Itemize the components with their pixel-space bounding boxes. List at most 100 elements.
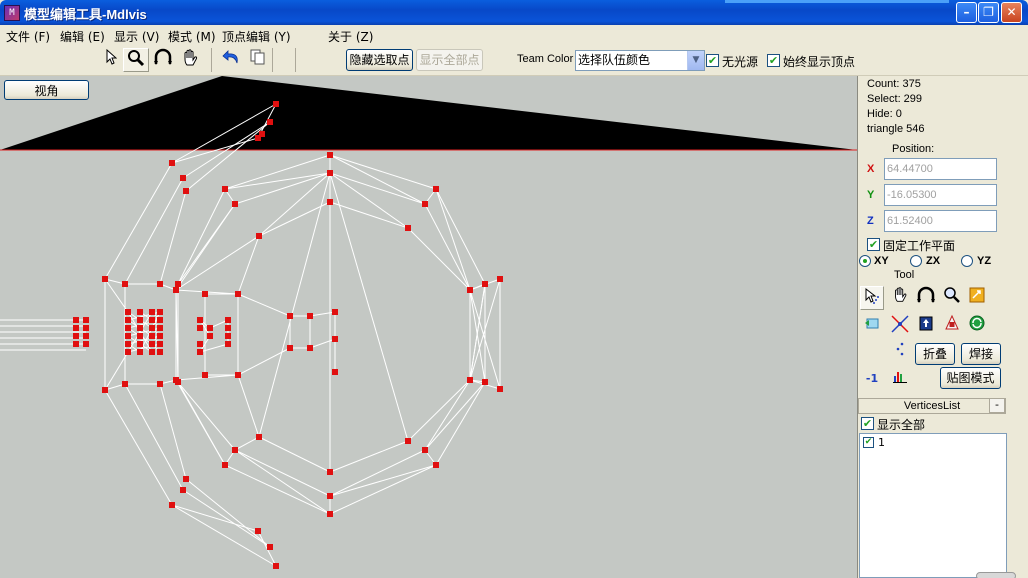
x-position-field[interactable]: 64.44700 (884, 158, 997, 180)
tool-section-label: Tool (894, 269, 915, 281)
view-angle-button[interactable]: 视角 (4, 80, 89, 100)
vertex-point (202, 372, 208, 378)
rotate-vertices-tool-icon[interactable] (914, 286, 938, 310)
copy-icon[interactable] (245, 48, 271, 72)
list-item[interactable]: 1 (878, 436, 885, 449)
z-position-field[interactable]: 61.52400 (884, 210, 997, 232)
menu-mode[interactable]: 模式 (M) (168, 28, 216, 45)
wire-edge (182, 489, 271, 548)
vertex-point (232, 201, 238, 207)
wire-edge (329, 464, 437, 515)
fix-work-plane-checkbox[interactable]: ✔ (867, 238, 880, 251)
vertex-point (202, 291, 208, 297)
wire-edge (237, 374, 260, 438)
vertex-point (327, 469, 333, 475)
vertex-point (332, 309, 338, 315)
select-arrow-tool-icon[interactable] (860, 286, 884, 310)
triangle-count: triangle 546 (867, 123, 925, 135)
vertex-point (137, 309, 143, 315)
wire-edge (435, 188, 486, 285)
wire-edge (234, 449, 331, 497)
always-show-vertices-checkbox[interactable]: ✔ (767, 54, 780, 67)
vertex-point (137, 349, 143, 355)
plane-yz-radio[interactable] (961, 255, 973, 267)
fold-button[interactable]: 折叠 (915, 343, 955, 365)
menu-view[interactable]: 显示 (V) (114, 28, 159, 45)
menu-edit[interactable]: 编辑 (E) (60, 28, 105, 45)
zoom-tool-icon[interactable] (123, 48, 149, 72)
lock-tool-icon[interactable] (940, 314, 964, 338)
vertex-point (332, 369, 338, 375)
vertex-point (207, 333, 213, 339)
plane-zx-radio[interactable] (910, 255, 922, 267)
refresh-normals-tool-icon[interactable] (965, 314, 989, 338)
vertex-point (149, 349, 155, 355)
vertex-point (225, 317, 231, 323)
zoom-vertices-tool-icon[interactable] (940, 286, 964, 310)
hand-tool-icon[interactable] (888, 286, 912, 310)
wire-edge (329, 172, 426, 205)
scroll-indicator[interactable] (976, 572, 1016, 578)
wire-edge (177, 203, 236, 285)
texture-mode-button[interactable]: 贴图模式 (940, 367, 1001, 389)
always-show-vertices-label: 始终显示顶点 (783, 55, 856, 69)
wire-edge (329, 464, 437, 497)
show-all-vertices-button[interactable]: 显示全部点 (416, 49, 483, 71)
chevron-down-icon[interactable]: ▼ (687, 51, 704, 70)
wireframe-canvas[interactable] (0, 76, 857, 578)
vertex-point (137, 317, 143, 323)
list-item-checkbox[interactable]: ✔ (863, 437, 874, 448)
vertex-point (422, 201, 428, 207)
vertex-point (287, 345, 293, 351)
model-viewport[interactable]: 视角 (0, 76, 857, 578)
menu-file[interactable]: 文件 (F) (6, 28, 50, 45)
weld-button[interactable]: 焊接 (961, 343, 1001, 365)
bar-chart-tool-icon[interactable] (888, 367, 912, 391)
minus-one-button[interactable]: -1 (860, 367, 884, 391)
show-all-label: 显示全部 (877, 418, 926, 432)
plane-xy-radio[interactable] (859, 255, 871, 267)
vertex-point (287, 313, 293, 319)
plane-yz-label: YZ (977, 255, 992, 267)
vertex-point (273, 101, 279, 107)
plane-zx-label: ZX (926, 255, 941, 267)
wire-edge (175, 379, 236, 451)
menu-about[interactable]: 关于 (Z) (328, 28, 373, 45)
wire-edge (234, 172, 331, 205)
vertex-point (405, 438, 411, 444)
team-color-select[interactable]: 选择队伍颜色 ▼ (575, 50, 705, 71)
vertex-point (207, 325, 213, 331)
restore-button[interactable]: ❐ (978, 2, 999, 23)
pointer-tool-icon[interactable] (100, 48, 122, 72)
scale-tool-icon[interactable] (965, 286, 989, 310)
show-all-checkbox[interactable]: ✔ (861, 417, 874, 430)
rotate-tool-icon[interactable] (150, 48, 176, 72)
model-shadow-triangle (0, 76, 857, 150)
no-light-checkbox[interactable]: ✔ (706, 54, 719, 67)
y-position-field[interactable]: -16.05300 (884, 184, 997, 206)
vertex-point (73, 317, 79, 323)
undo-icon[interactable] (219, 48, 245, 72)
minimize-button[interactable]: – (956, 2, 977, 23)
toolbar (0, 45, 1028, 76)
pan-hand-icon[interactable] (177, 48, 203, 72)
extrude-tool-icon[interactable] (860, 314, 884, 338)
menu-vertex-edit[interactable]: 顶点编辑 (Y) (222, 28, 291, 45)
vertices-list-collapse-button[interactable]: - (989, 398, 1005, 413)
vertex-point (180, 487, 186, 493)
vertex-point (173, 287, 179, 293)
vertex-point (125, 333, 131, 339)
team-color-value: 选择队伍颜色 (578, 53, 651, 67)
app-icon[interactable]: M (4, 5, 20, 21)
vertex-point (149, 317, 155, 323)
move-up-tool-icon[interactable] (914, 314, 938, 338)
vertices-list[interactable]: ✔ 1 (859, 433, 1007, 578)
cut-edge-tool-icon[interactable] (888, 314, 912, 338)
vertex-point (157, 333, 163, 339)
hide-selected-button[interactable]: 隐藏选取点 (346, 49, 413, 71)
vertex-dots-tool-icon[interactable] (888, 340, 912, 364)
vertex-point (169, 502, 175, 508)
vertex-point (433, 462, 439, 468)
vertex-point (73, 333, 79, 339)
close-button[interactable]: ✕ (1001, 2, 1022, 23)
